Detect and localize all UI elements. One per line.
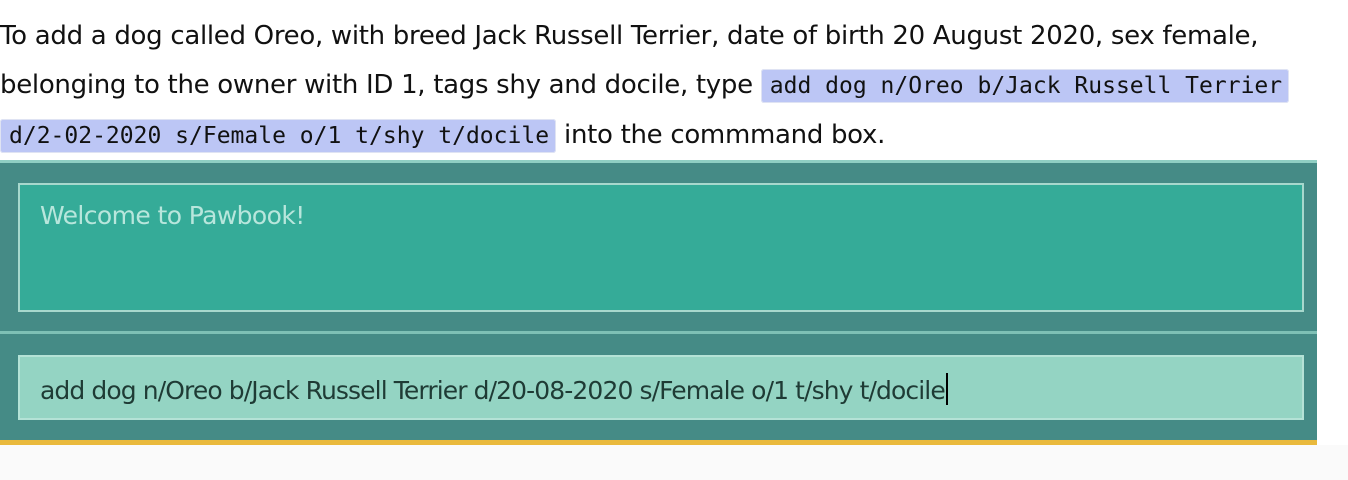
command-input-text[interactable]: add dog n/Oreo b/Jack Russell Terrier d/…: [40, 373, 948, 405]
command-input-box[interactable]: add dog n/Oreo b/Jack Russell Terrier d/…: [18, 355, 1304, 420]
instruction-suffix: into the commmand box.: [564, 120, 886, 150]
instruction-paragraph: To add a dog called Oreo, with breed Jac…: [0, 12, 1290, 161]
blank-footer-area: [0, 445, 1348, 480]
text-cursor: [945, 373, 948, 405]
pawbook-app-window: Welcome to Pawbook! add dog n/Oreo b/Jac…: [0, 160, 1317, 445]
command-input-value: add dog n/Oreo b/Jack Russell Terrier d/…: [40, 376, 946, 405]
result-message: Welcome to Pawbook!: [40, 201, 305, 230]
panel-divider: [0, 331, 1317, 334]
result-display-box: Welcome to Pawbook!: [18, 183, 1304, 312]
